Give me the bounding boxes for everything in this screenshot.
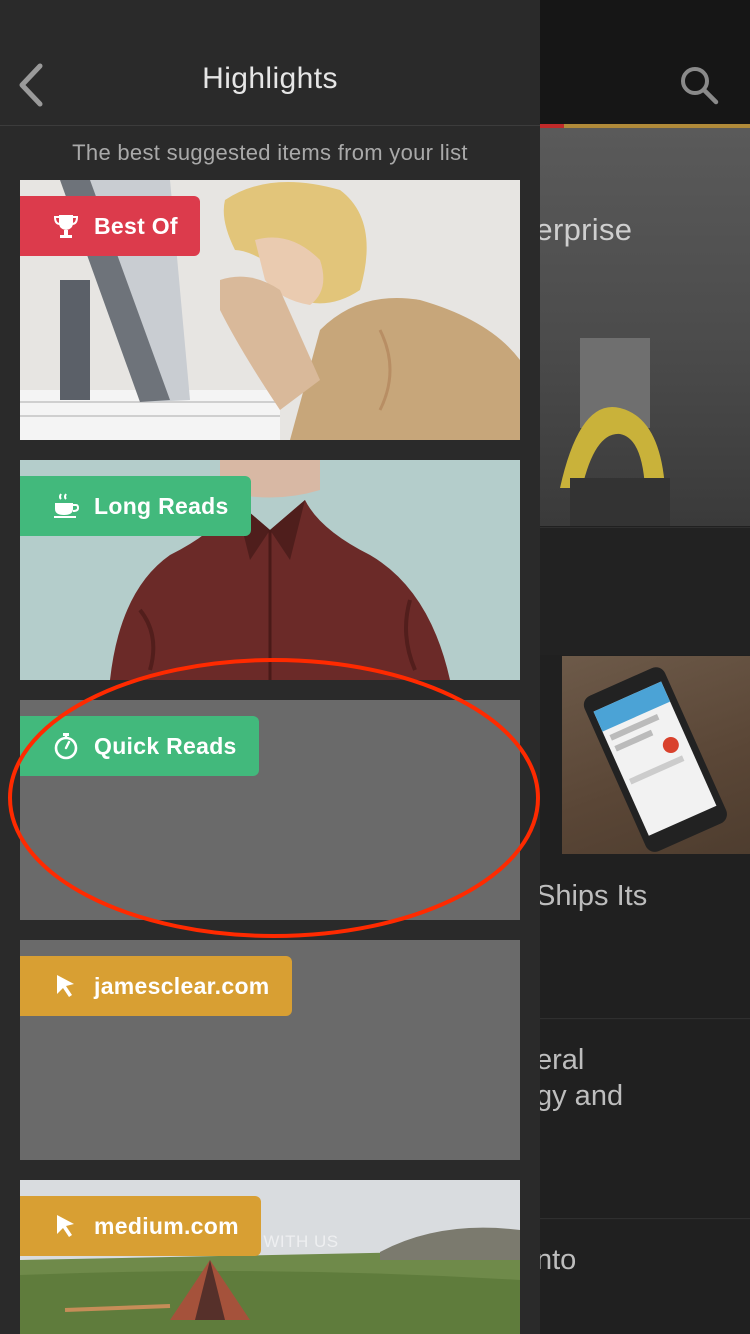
highlight-card-jamesclear[interactable]: jamesclear.com — [20, 940, 520, 1160]
background-divider — [540, 1218, 750, 1220]
background-hero-image — [540, 128, 750, 526]
highlight-card-best-of[interactable]: Best Of — [20, 180, 520, 440]
tag-label: medium.com — [94, 1212, 239, 1239]
page-title: Highlights — [202, 62, 338, 95]
coffee-cup-icon — [54, 493, 80, 518]
highlights-drawer: Highlights The best suggested items from… — [0, 0, 540, 1334]
trophy-icon — [53, 215, 79, 238]
long-reads-tag: Long Reads — [20, 476, 251, 536]
background-list-row — [540, 527, 750, 655]
quick-reads-tag: Quick Reads — [20, 716, 259, 776]
tag-label: Best Of — [94, 212, 178, 239]
tag-label: Quick Reads — [94, 732, 237, 759]
highlight-card-medium[interactable]: SIGN UP WITH US medium.com — [20, 1180, 520, 1334]
cursor-icon — [57, 975, 74, 997]
drawer-subtitle: The best suggested items from your list — [72, 140, 468, 165]
drawer-header: Highlights — [0, 0, 540, 126]
best-of-tag: Best Of — [20, 196, 200, 256]
background-list-text: nto — [536, 1244, 577, 1276]
jamesclear-tag: jamesclear.com — [20, 956, 292, 1016]
search-icon[interactable] — [678, 64, 720, 106]
stopwatch-icon — [54, 733, 78, 760]
background-divider — [540, 1018, 750, 1020]
background-list-text: Ships Its — [536, 880, 648, 912]
background-phone-image — [562, 656, 750, 854]
background-list-text: eral — [536, 1044, 585, 1076]
tag-label: jamesclear.com — [94, 972, 270, 999]
background-list-text: gy and — [536, 1080, 624, 1112]
highlight-card-quick-reads[interactable]: Quick Reads — [20, 700, 520, 920]
highlight-card-long-reads[interactable]: Long Reads — [20, 460, 520, 680]
background-hero-title: Enterprise — [540, 212, 633, 247]
tag-label: Long Reads — [94, 492, 229, 519]
cursor-icon — [57, 1215, 74, 1237]
medium-tag: medium.com — [20, 1196, 261, 1256]
